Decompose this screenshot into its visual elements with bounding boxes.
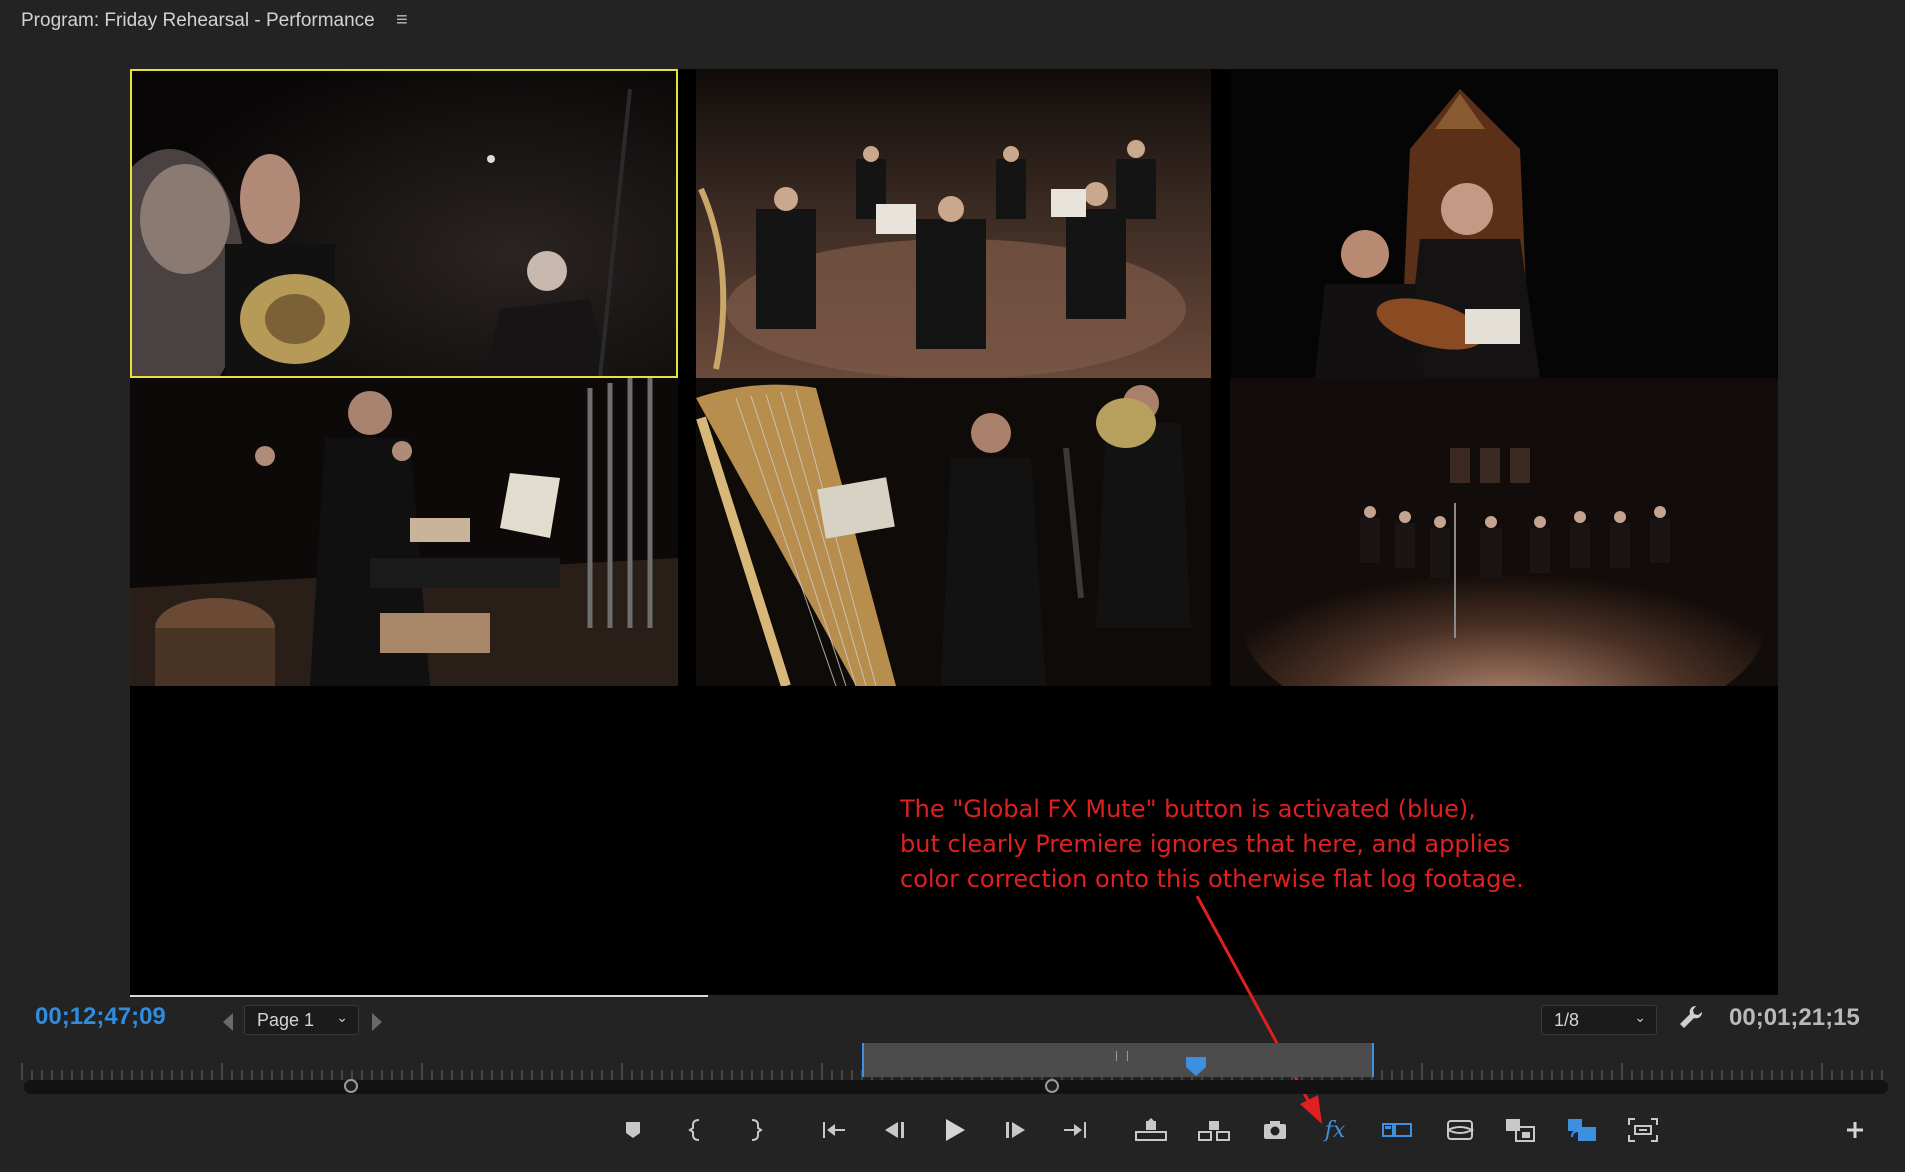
add-marker-button[interactable] — [613, 1110, 653, 1150]
camera-angle-6[interactable] — [1230, 378, 1778, 686]
transport-toolbar: fx — [0, 1110, 1905, 1160]
mark-in-button[interactable] — [677, 1110, 717, 1150]
multicam-toggle-button[interactable] — [1562, 1110, 1602, 1150]
work-area-grip[interactable] — [1116, 1051, 1128, 1061]
global-fx-mute-button[interactable]: fx — [1315, 1110, 1355, 1150]
camera-6-frame — [1230, 378, 1778, 686]
panel-header: Program: Friday Rehearsal - Performance … — [0, 0, 1905, 46]
resolution-select-value: 1/8 — [1554, 1010, 1580, 1030]
camera-angle-1[interactable] — [130, 69, 678, 378]
mark-out-icon — [751, 1119, 763, 1141]
camera-5-frame — [696, 378, 1211, 686]
add-button[interactable] — [1835, 1110, 1875, 1150]
go-to-out-icon — [1064, 1122, 1086, 1138]
camera-angle-2[interactable] — [696, 69, 1211, 378]
show-rulers-button[interactable] — [1377, 1110, 1417, 1150]
work-area-bar[interactable] — [862, 1043, 1374, 1077]
vr-video-button[interactable] — [1440, 1110, 1480, 1150]
play-icon — [946, 1119, 965, 1141]
zoom-handle-left[interactable] — [344, 1079, 358, 1093]
mark-in-icon — [688, 1119, 700, 1141]
panel-title: Program: Friday Rehearsal - Performance — [21, 10, 375, 31]
page-prev-icon[interactable] — [223, 1013, 233, 1031]
zoom-scroll-bar[interactable] — [24, 1080, 1888, 1094]
camera-angle-3[interactable] — [1230, 69, 1778, 378]
current-timecode[interactable]: 00;12;47;09 — [35, 1003, 166, 1031]
export-frame-icon — [1264, 1121, 1286, 1139]
safe-margins-button[interactable] — [1623, 1110, 1663, 1150]
safe-margins-icon — [1628, 1118, 1658, 1142]
go-to-in-button[interactable] — [813, 1110, 853, 1150]
playback-resolution-select[interactable]: 1/8 ⌄ — [1541, 1005, 1657, 1035]
camera-3-frame — [1230, 69, 1778, 378]
vr-video-icon — [1447, 1120, 1475, 1140]
extract-button[interactable] — [1194, 1110, 1234, 1150]
panel-menu-icon[interactable]: ≡ — [396, 9, 408, 32]
extract-icon — [1198, 1121, 1230, 1141]
annotation-text: The "Global FX Mute" button is activated… — [900, 792, 1660, 897]
camera-4-frame — [130, 378, 678, 686]
chevron-down-icon: ⌄ — [1634, 1009, 1646, 1025]
annotation-line-2: but clearly Premiere ignores that here, … — [900, 830, 1511, 858]
camera-2-frame — [696, 69, 1211, 378]
camera-angle-4[interactable] — [130, 378, 678, 686]
multicam-viewer: The "Global FX Mute" button is activated… — [130, 69, 1778, 995]
step-forward-button[interactable] — [996, 1110, 1036, 1150]
lift-button[interactable] — [1131, 1110, 1171, 1150]
playhead[interactable] — [1185, 1055, 1207, 1077]
page-select-value: Page 1 — [257, 1010, 315, 1030]
duration-timecode: 00;01;21;15 — [1729, 1004, 1860, 1031]
proxy-toggle-button[interactable] — [1500, 1110, 1540, 1150]
page-select[interactable]: Page 1 ⌄ — [244, 1005, 359, 1035]
go-to-out-button[interactable] — [1056, 1110, 1096, 1150]
annotation-line-1: The "Global FX Mute" button is activated… — [900, 795, 1476, 823]
annotation-line-3: color correction onto this otherwise fla… — [900, 865, 1524, 893]
settings-wrench-icon[interactable] — [1678, 1004, 1704, 1035]
step-back-button[interactable] — [874, 1110, 914, 1150]
chevron-down-icon: ⌄ — [336, 1009, 348, 1025]
camera-1-frame — [130, 69, 678, 378]
global-fx-mute-icon: fx — [1324, 1117, 1346, 1143]
proxy-toggle-icon — [1506, 1119, 1535, 1142]
export-frame-button[interactable] — [1255, 1110, 1295, 1150]
go-to-in-icon — [823, 1122, 845, 1138]
add-marker-icon — [626, 1122, 640, 1138]
camera-angle-5[interactable] — [696, 378, 1211, 686]
multicam-toggle-icon — [1568, 1119, 1596, 1141]
show-rulers-icon — [1382, 1123, 1412, 1137]
lift-icon — [1135, 1118, 1167, 1141]
add-button-icon — [1847, 1122, 1863, 1138]
step-forward-icon — [1006, 1122, 1025, 1138]
step-back-icon — [885, 1122, 904, 1138]
mark-out-button[interactable] — [734, 1110, 774, 1150]
viewer-scrub-indicator — [130, 995, 708, 997]
play-button[interactable] — [934, 1110, 974, 1150]
zoom-handle-right[interactable] — [1045, 1079, 1059, 1093]
page-next-icon[interactable] — [372, 1013, 382, 1031]
